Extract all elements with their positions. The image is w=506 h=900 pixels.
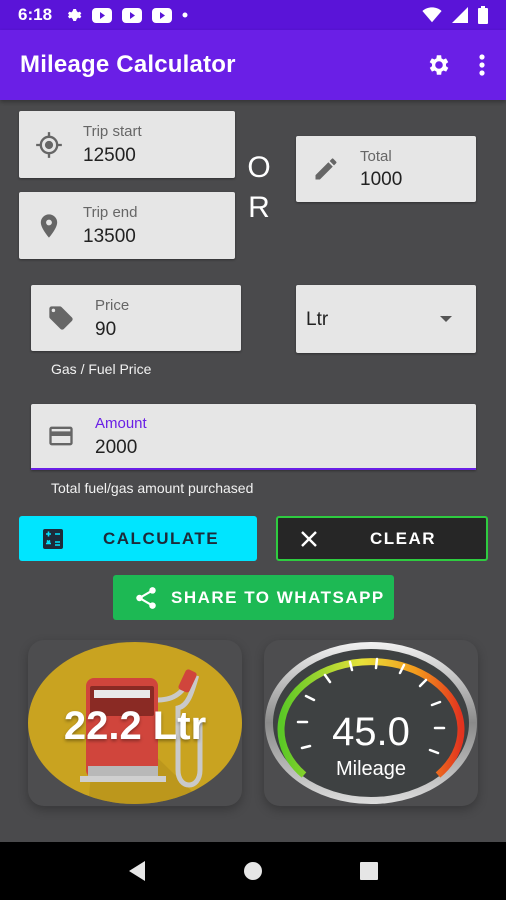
share-whatsapp-button[interactable]: SHARE TO WHATSAPP xyxy=(113,575,394,620)
share-icon xyxy=(136,586,156,609)
amount-helper-text: Total fuel/gas amount purchased xyxy=(51,480,254,496)
status-time: 6:18 xyxy=(18,5,53,24)
back-icon[interactable] xyxy=(127,860,147,882)
price-input[interactable]: 90 xyxy=(95,319,116,341)
trip-end-label: Trip end xyxy=(83,204,138,221)
battery-icon xyxy=(478,6,488,24)
settings-notification-icon xyxy=(68,9,82,21)
unit-dropdown[interactable]: Ltr xyxy=(296,285,476,353)
mileage-label: Mileage xyxy=(335,758,407,780)
total-field[interactable]: Total 1000 xyxy=(296,136,476,202)
or-letter-r: R xyxy=(248,191,270,224)
price-helper-text: Gas / Fuel Price xyxy=(51,361,152,377)
or-letter-o: O xyxy=(247,151,271,184)
pencil-icon xyxy=(315,158,337,180)
fuel-result-text: 22.2 Ltr xyxy=(63,704,207,748)
status-bar: 6:18 xyxy=(0,0,506,30)
clear-button[interactable]: CLEAR xyxy=(276,516,488,561)
home-icon[interactable] xyxy=(242,860,264,882)
tag-icon xyxy=(49,306,73,330)
gear-icon[interactable] xyxy=(426,52,452,78)
amount-label: Amount xyxy=(95,415,147,432)
trip-end-field[interactable]: Trip end 13500 xyxy=(19,192,235,259)
close-icon xyxy=(301,530,317,547)
calculator-icon xyxy=(43,528,63,549)
mileage-gauge-card: 45.0 Mileage xyxy=(264,640,478,806)
trip-end-input[interactable]: 13500 xyxy=(83,226,136,248)
youtube-icon xyxy=(92,7,113,23)
or-separator: O R xyxy=(244,148,274,228)
app-bar: Mileage Calculator xyxy=(0,30,506,100)
fuel-result-card: 22.2 Ltr xyxy=(28,640,242,806)
credit-card-icon xyxy=(49,426,73,446)
share-label: SHARE TO WHATSAPP xyxy=(171,587,385,607)
total-input[interactable]: 1000 xyxy=(360,169,402,191)
price-label: Price xyxy=(95,297,130,314)
signal-icon xyxy=(452,7,468,23)
trip-start-input[interactable]: 12500 xyxy=(83,145,136,167)
system-nav-bar xyxy=(0,842,506,900)
trip-start-field[interactable]: Trip start 12500 xyxy=(19,111,235,178)
total-label: Total xyxy=(360,148,392,165)
calculate-label: CALCULATE xyxy=(103,528,220,548)
mileage-value: 45.0 xyxy=(332,710,410,754)
trip-start-label: Trip start xyxy=(83,123,142,140)
gps-fixed-icon xyxy=(36,131,62,158)
recents-icon[interactable] xyxy=(359,861,379,881)
youtube-icon xyxy=(152,7,173,23)
more-vert-icon[interactable] xyxy=(478,53,486,77)
wifi-icon xyxy=(422,7,442,23)
app-title: Mileage Calculator xyxy=(20,51,236,78)
dot-icon xyxy=(182,12,188,18)
youtube-icon xyxy=(122,7,143,23)
dropdown-arrow-icon xyxy=(440,316,452,322)
amount-field[interactable]: Amount 2000 xyxy=(31,404,476,470)
amount-input[interactable]: 2000 xyxy=(95,437,137,459)
clear-label: CLEAR xyxy=(370,528,437,548)
price-field[interactable]: Price 90 xyxy=(31,285,241,351)
calculate-button[interactable]: CALCULATE xyxy=(19,516,257,561)
location-pin-icon xyxy=(40,213,58,238)
unit-selected-value: Ltr xyxy=(306,309,329,330)
